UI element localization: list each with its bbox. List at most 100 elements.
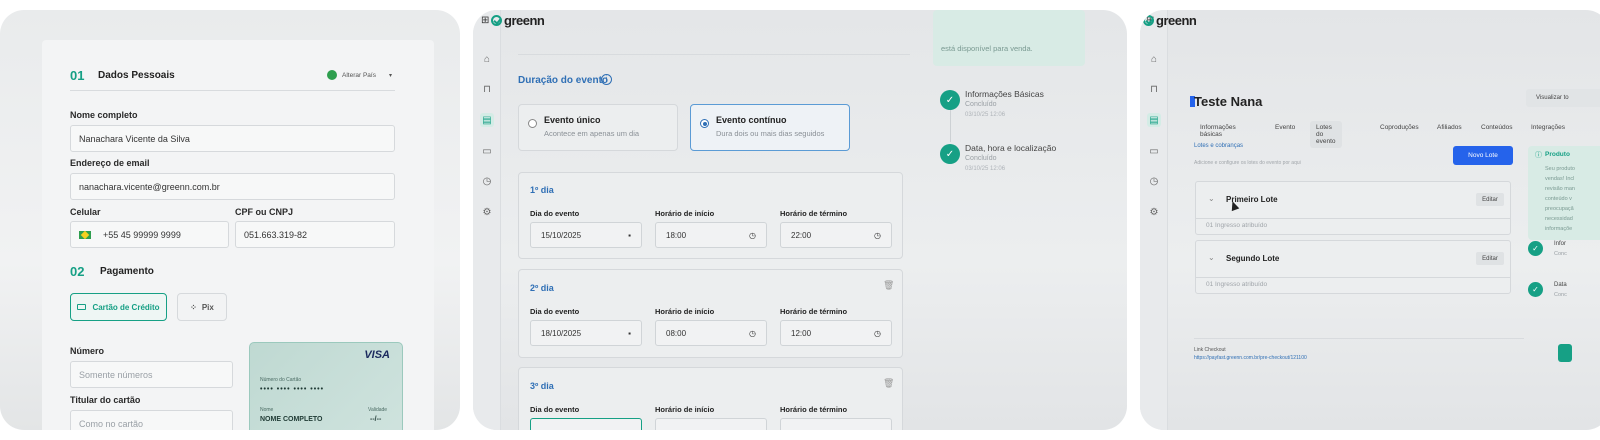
card-number-mask: •••• •••• •••• •••• [260, 386, 325, 393]
date-value: 15/10/2025 [541, 230, 582, 240]
section-title-personal: Dados Pessoais [98, 70, 175, 81]
calendar-small-icon: ▪ [628, 230, 631, 240]
step-date: 03/10/25 12:06 [965, 112, 1006, 118]
continuous-event-title: Evento contínuo [716, 115, 787, 125]
card-name-value: NOME COMPLETO [260, 416, 323, 423]
step-title: Informações Básicas [965, 89, 1044, 99]
chevron-down-icon: ▾ [388, 72, 392, 79]
tab-lots[interactable]: Lotes do evento [1310, 121, 1342, 148]
end-time-input[interactable]: 22:00 ◷ [780, 222, 892, 248]
checkout-panel: 01 Dados Pessoais Alterar País ▾ Nome co… [0, 10, 460, 430]
end-label: Horário de término [780, 209, 848, 218]
card-holder-input[interactable]: Como no cartão [70, 410, 233, 430]
card-number-input[interactable]: Somente números [70, 361, 233, 388]
end-time-input[interactable] [780, 418, 892, 430]
change-country-button[interactable]: Alterar País ▾ [327, 70, 392, 80]
calendar-small-icon: ▪ [628, 328, 631, 338]
lot-name: Segundo Lote [1226, 254, 1280, 263]
checkout-link[interactable]: https://payfast.greenn.com.br/pre-checko… [1194, 355, 1307, 361]
home-icon[interactable]: ⌂ [480, 52, 494, 66]
lot-item[interactable]: ⌄ Segundo Lote Editar 01 Ingresso atribu… [1195, 240, 1511, 294]
save-button[interactable] [1558, 344, 1572, 362]
date-input[interactable]: 15/10/2025 ▪ [530, 222, 642, 248]
date-input[interactable]: 18/10/2025 ▪ [530, 320, 642, 346]
bag-icon[interactable]: ⊓ [1147, 82, 1161, 96]
settings-icon[interactable]: ⚙ [1147, 205, 1161, 219]
divider [518, 54, 910, 55]
chevron-down-icon[interactable]: ⌄ [1208, 253, 1215, 262]
visualize-button[interactable]: Visualizar to [1526, 89, 1600, 107]
date-input[interactable] [530, 418, 642, 430]
trash-icon[interactable]: 🗑 [883, 378, 894, 389]
step-status: Conc [1554, 251, 1567, 257]
tab-integrations[interactable]: Integrações [1531, 124, 1565, 131]
single-event-title: Evento único [544, 115, 601, 125]
edit-button[interactable]: Editar [1476, 193, 1504, 206]
pix-label: Pix [201, 302, 214, 312]
event-editor-panel: ⊞ ⌂ ⊓ ▤ ▭ ◷ ⚙ greenn Duração do evento i… [473, 10, 1127, 430]
card-name-caption: Nome [260, 407, 274, 413]
single-event-option[interactable]: Evento único Acontece em apenas um dia [518, 104, 678, 151]
date-label: Dia do evento [530, 307, 580, 316]
notice-text: está disponível para venda. [941, 44, 1033, 53]
start-time-input[interactable]: 18:00 ◷ [655, 222, 767, 248]
clock-icon[interactable]: ◷ [480, 174, 494, 188]
tab-event[interactable]: Evento [1275, 124, 1295, 131]
start-value: 08:00 [666, 328, 687, 338]
radio-single[interactable] [528, 119, 537, 128]
duration-title: Duração do evento [518, 75, 609, 86]
info-icon[interactable]: i [601, 74, 612, 85]
calendar-icon[interactable]: ▤ [1147, 113, 1161, 127]
tab-basic-info[interactable]: Informações básicas [1200, 124, 1236, 138]
clock-small-icon: ◷ [874, 230, 881, 240]
tab-contents[interactable]: Conteúdos [1481, 124, 1512, 131]
calendar-icon[interactable]: ▤ [480, 113, 494, 127]
brazil-flag-icon [79, 230, 91, 239]
clock-icon[interactable]: ◷ [1147, 174, 1161, 188]
pix-tab[interactable]: ⁘ Pix [177, 293, 227, 321]
wallet-icon[interactable]: ▭ [1147, 144, 1161, 158]
wallet-icon[interactable]: ▭ [480, 144, 494, 158]
settings-icon[interactable]: ⚙ [480, 205, 494, 219]
edit-button[interactable]: Editar [1476, 252, 1504, 265]
grid-menu-icon[interactable]: ⊞ [481, 15, 489, 26]
name-field[interactable]: Nanachara Vicente da Silva [70, 125, 395, 152]
end-time-input[interactable]: 12:00 ◷ [780, 320, 892, 346]
greenn-logo: greenn [491, 13, 545, 28]
bag-icon[interactable]: ⊓ [480, 82, 494, 96]
tab-affiliates[interactable]: Afiliados [1437, 124, 1462, 131]
credit-card-tab[interactable]: Cartão de Crédito [70, 293, 167, 321]
cpf-field[interactable]: 051.663.319-82 [235, 221, 395, 248]
check-icon: ✓ [1528, 282, 1543, 297]
step-status: Concluído [965, 155, 997, 162]
event-title[interactable]: Teste Nana [1194, 94, 1262, 109]
start-time-input[interactable] [655, 418, 767, 430]
checkout-label: Link Checkout [1194, 347, 1226, 353]
phone-field[interactable]: +55 45 99999 9999 [70, 221, 229, 248]
continuous-event-option[interactable]: Evento contínuo Dura dois ou mais dias s… [690, 104, 850, 151]
start-label: Horário de início [655, 209, 715, 218]
single-event-sub: Acontece em apenas um dia [544, 129, 640, 138]
email-field[interactable]: nanachara.vicente@greenn.com.br [70, 173, 395, 200]
phone-label: Celular [70, 207, 101, 217]
trash-icon[interactable]: 🗑 [883, 280, 894, 291]
date-value: 18/10/2025 [541, 328, 582, 338]
logo-text: greenn [504, 13, 545, 28]
lot-item[interactable]: ⌄ Primeiro Lote Editar 01 Ingresso atrib… [1195, 181, 1511, 235]
date-label: Dia do evento [530, 209, 580, 218]
chevron-down-icon[interactable]: ⌄ [1208, 194, 1215, 203]
day-card-1: 1º dia Dia do evento Horário de início H… [518, 172, 903, 259]
new-lot-button[interactable]: Novo Lote [1453, 146, 1513, 165]
home-icon[interactable]: ⌂ [1147, 52, 1161, 66]
radio-continuous[interactable] [700, 119, 709, 128]
end-value: 12:00 [791, 328, 812, 338]
card-number-caption: Número do Cartão [260, 377, 302, 383]
start-label: Horário de início [655, 405, 715, 414]
check-icon: ✓ [1528, 241, 1543, 256]
info-icon: ⓘ [1535, 152, 1542, 159]
tab-coproductions[interactable]: Coproduções [1380, 124, 1419, 131]
start-time-input[interactable]: 08:00 ◷ [655, 320, 767, 346]
email-label: Endereço de email [70, 158, 150, 168]
day-card-3: 3º dia 🗑 Dia do evento Horário de início… [518, 367, 903, 430]
phone-value: +55 45 99999 9999 [103, 229, 181, 240]
